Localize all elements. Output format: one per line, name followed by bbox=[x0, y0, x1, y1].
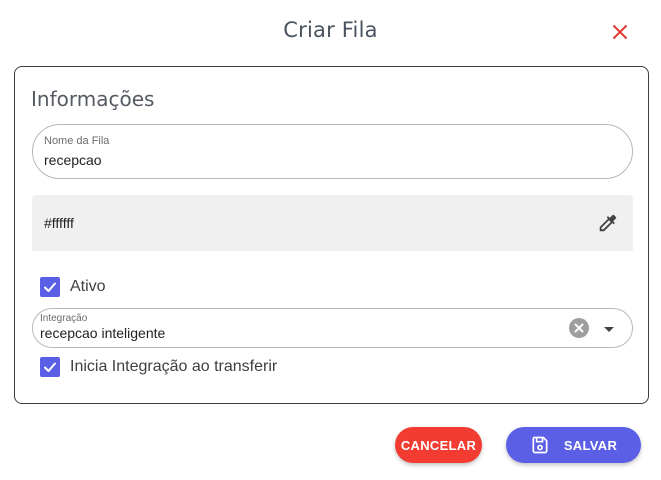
save-button[interactable]: SALVAR bbox=[506, 427, 641, 463]
check-icon bbox=[44, 362, 56, 372]
color-value: #ffffff bbox=[44, 215, 74, 231]
dialog-title: Criar Fila bbox=[283, 18, 378, 42]
close-button[interactable] bbox=[608, 20, 632, 44]
ativo-checkbox-row[interactable]: Ativo bbox=[40, 277, 106, 297]
cancel-button[interactable]: CANCELAR bbox=[395, 427, 482, 463]
close-icon bbox=[613, 25, 627, 39]
inicia-integracao-label: Inicia Integração ao transferir bbox=[70, 358, 278, 375]
save-icon bbox=[532, 436, 548, 454]
clear-icon[interactable] bbox=[569, 318, 589, 338]
integracao-label: Integração bbox=[40, 313, 88, 324]
section-title: Informações bbox=[31, 87, 155, 111]
integracao-select[interactable]: Integração recepcao inteligente bbox=[32, 308, 633, 348]
chevron-down-icon[interactable] bbox=[599, 319, 619, 339]
queue-name-value: recepcao bbox=[44, 152, 102, 168]
queue-name-field[interactable]: Nome da Fila recepcao bbox=[32, 124, 633, 179]
save-label: SALVAR bbox=[563, 437, 618, 453]
inicia-integracao-checkbox-row[interactable]: Inicia Integração ao transferir bbox=[40, 357, 277, 377]
queue-name-label: Nome da Fila bbox=[44, 135, 110, 147]
ativo-label: Ativo bbox=[70, 278, 106, 295]
color-field[interactable]: #ffffff bbox=[32, 195, 633, 251]
check-icon bbox=[44, 282, 56, 292]
form-card: Informações Nome da Fila recepcao #fffff… bbox=[14, 66, 649, 404]
ativo-checkbox[interactable] bbox=[40, 277, 60, 297]
eyedropper-icon[interactable] bbox=[597, 212, 619, 234]
integracao-value: recepcao inteligente bbox=[40, 325, 166, 341]
inicia-integracao-checkbox[interactable] bbox=[40, 357, 60, 377]
